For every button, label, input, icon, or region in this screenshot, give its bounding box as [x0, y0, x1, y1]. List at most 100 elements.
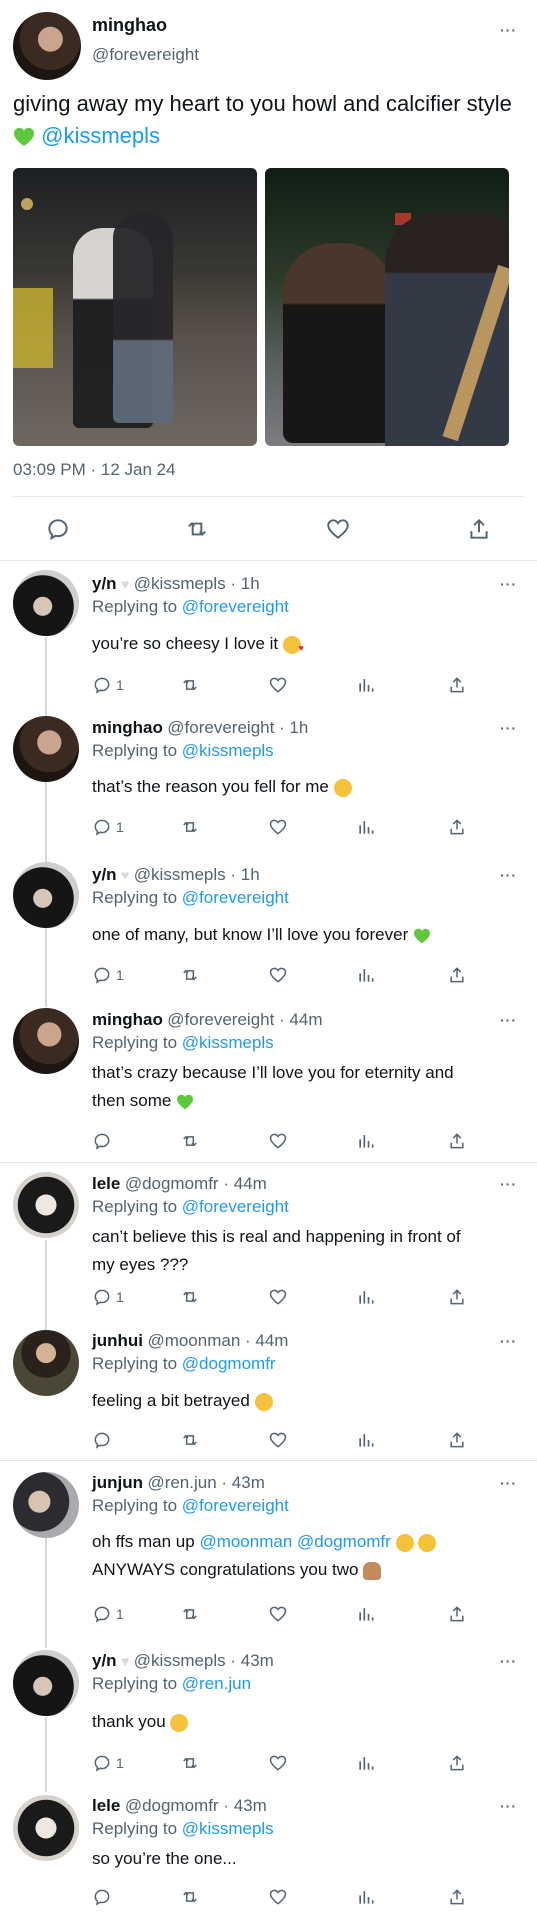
replying-to-handle[interactable]: @forevereight: [182, 1496, 289, 1515]
replying-to-handle[interactable]: @kissmepls: [182, 741, 274, 760]
replying-to-handle[interactable]: @forevereight: [182, 597, 289, 616]
avatar[interactable]: [13, 1008, 79, 1074]
reply-button[interactable]: [92, 1429, 116, 1451]
share-button[interactable]: [447, 1286, 467, 1308]
reply-button[interactable]: [92, 1886, 116, 1908]
reply-author-name[interactable]: y/n: [92, 1651, 117, 1670]
reply-author-handle[interactable]: @dogmomfr · 44m: [125, 1174, 267, 1193]
retweet-icon[interactable]: [184, 516, 210, 542]
replying-to-handle[interactable]: @dogmomfr: [182, 1354, 276, 1373]
reply-author-name[interactable]: lele: [92, 1174, 120, 1193]
tweet-photo-2[interactable]: [265, 168, 509, 446]
reply-author-name[interactable]: y/n: [92, 574, 117, 593]
more-options-icon[interactable]: ···: [500, 1012, 517, 1028]
like-button[interactable]: [268, 1286, 288, 1308]
retweet-button[interactable]: [180, 674, 200, 696]
mention-link[interactable]: @moonman: [199, 1532, 292, 1551]
share-button[interactable]: [447, 1429, 467, 1451]
avatar[interactable]: [13, 1172, 79, 1238]
like-button[interactable]: [268, 1429, 288, 1451]
like-button[interactable]: [268, 964, 288, 986]
reply-button[interactable]: 1: [92, 1286, 124, 1308]
retweet-button[interactable]: [180, 1603, 200, 1625]
reply-author-name[interactable]: junjun: [92, 1473, 143, 1492]
reply-author-handle[interactable]: @dogmomfr · 43m: [125, 1796, 267, 1815]
retweet-button[interactable]: [180, 816, 200, 838]
retweet-button[interactable]: [180, 1752, 200, 1774]
author-name[interactable]: minghao: [92, 15, 167, 36]
reply-button[interactable]: 1: [92, 674, 124, 696]
reply-author-handle[interactable]: @forevereight · 44m: [167, 1010, 322, 1029]
more-options-icon[interactable]: ···: [500, 1333, 517, 1349]
avatar[interactable]: [13, 1650, 79, 1716]
avatar[interactable]: [13, 1795, 79, 1861]
retweet-button[interactable]: [180, 1886, 200, 1908]
reply-author-name[interactable]: lele: [92, 1796, 120, 1815]
share-icon[interactable]: [466, 516, 492, 542]
views-button[interactable]: [356, 1130, 376, 1152]
more-options-icon[interactable]: ···: [500, 1653, 517, 1669]
avatar[interactable]: [13, 570, 79, 636]
reply-author-name[interactable]: junhui: [92, 1331, 143, 1350]
like-button[interactable]: [268, 816, 288, 838]
reply-author-handle[interactable]: @kissmepls · 1h: [134, 574, 260, 593]
retweet-button[interactable]: [180, 1429, 200, 1451]
reply-author-handle[interactable]: @kissmepls · 1h: [134, 865, 260, 884]
share-button[interactable]: [447, 1886, 467, 1908]
author-handle[interactable]: @forevereight: [92, 45, 199, 65]
like-button[interactable]: [268, 1752, 288, 1774]
like-button[interactable]: [268, 1130, 288, 1152]
avatar[interactable]: [13, 862, 79, 928]
share-button[interactable]: [447, 674, 467, 696]
reply-button[interactable]: 1: [92, 1752, 124, 1774]
avatar[interactable]: [13, 1330, 79, 1396]
views-button[interactable]: [356, 816, 376, 838]
views-button[interactable]: [356, 964, 376, 986]
reply-author-handle[interactable]: @kissmepls · 43m: [134, 1651, 274, 1670]
reply-button[interactable]: 1: [92, 816, 124, 838]
views-button[interactable]: [356, 1886, 376, 1908]
retweet-button[interactable]: [180, 1130, 200, 1152]
views-button[interactable]: [356, 1429, 376, 1451]
reply-author-handle[interactable]: @moonman · 44m: [147, 1331, 288, 1350]
share-button[interactable]: [447, 1130, 467, 1152]
replying-to-handle[interactable]: @kissmepls: [182, 1033, 274, 1052]
tweet-mention-link[interactable]: @kissmepls: [41, 123, 160, 148]
reply-button[interactable]: [92, 1130, 116, 1152]
replying-to-handle[interactable]: @forevereight: [182, 888, 289, 907]
reply-button[interactable]: 1: [92, 964, 124, 986]
replying-to-handle[interactable]: @forevereight: [182, 1197, 289, 1216]
views-button[interactable]: [356, 674, 376, 696]
replying-to-handle[interactable]: @ren.jun: [182, 1674, 251, 1693]
share-button[interactable]: [447, 964, 467, 986]
views-button[interactable]: [356, 1752, 376, 1774]
replying-to-handle[interactable]: @kissmepls: [182, 1819, 274, 1838]
more-options-icon[interactable]: ···: [500, 576, 517, 592]
reply-icon[interactable]: [45, 516, 71, 542]
tweet-photo-1[interactable]: [13, 168, 257, 446]
like-button[interactable]: [268, 1603, 288, 1625]
reply-author-handle[interactable]: @forevereight · 1h: [167, 718, 308, 737]
share-button[interactable]: [447, 816, 467, 838]
share-button[interactable]: [447, 1603, 467, 1625]
avatar[interactable]: [13, 1472, 79, 1538]
retweet-button[interactable]: [180, 1286, 200, 1308]
like-button[interactable]: [268, 674, 288, 696]
reply-author-handle[interactable]: @ren.jun · 43m: [147, 1473, 264, 1492]
avatar[interactable]: [13, 12, 81, 80]
views-button[interactable]: [356, 1286, 376, 1308]
tweet-timestamp[interactable]: 03:09 PM · 12 Jan 24: [13, 460, 176, 480]
more-options-icon[interactable]: ···: [500, 1798, 517, 1814]
mention-link[interactable]: @dogmomfr: [297, 1532, 391, 1551]
more-options-icon[interactable]: ···: [500, 1475, 517, 1491]
reply-author-name[interactable]: y/n: [92, 865, 117, 884]
more-options-icon[interactable]: ···: [500, 867, 517, 883]
share-button[interactable]: [447, 1752, 467, 1774]
reply-author-name[interactable]: minghao: [92, 1010, 163, 1029]
more-options-icon[interactable]: ···: [500, 720, 517, 736]
retweet-button[interactable]: [180, 964, 200, 986]
more-options-icon[interactable]: ···: [500, 1176, 517, 1192]
reply-author-name[interactable]: minghao: [92, 718, 163, 737]
avatar[interactable]: [13, 716, 79, 782]
reply-button[interactable]: 1: [92, 1603, 124, 1625]
